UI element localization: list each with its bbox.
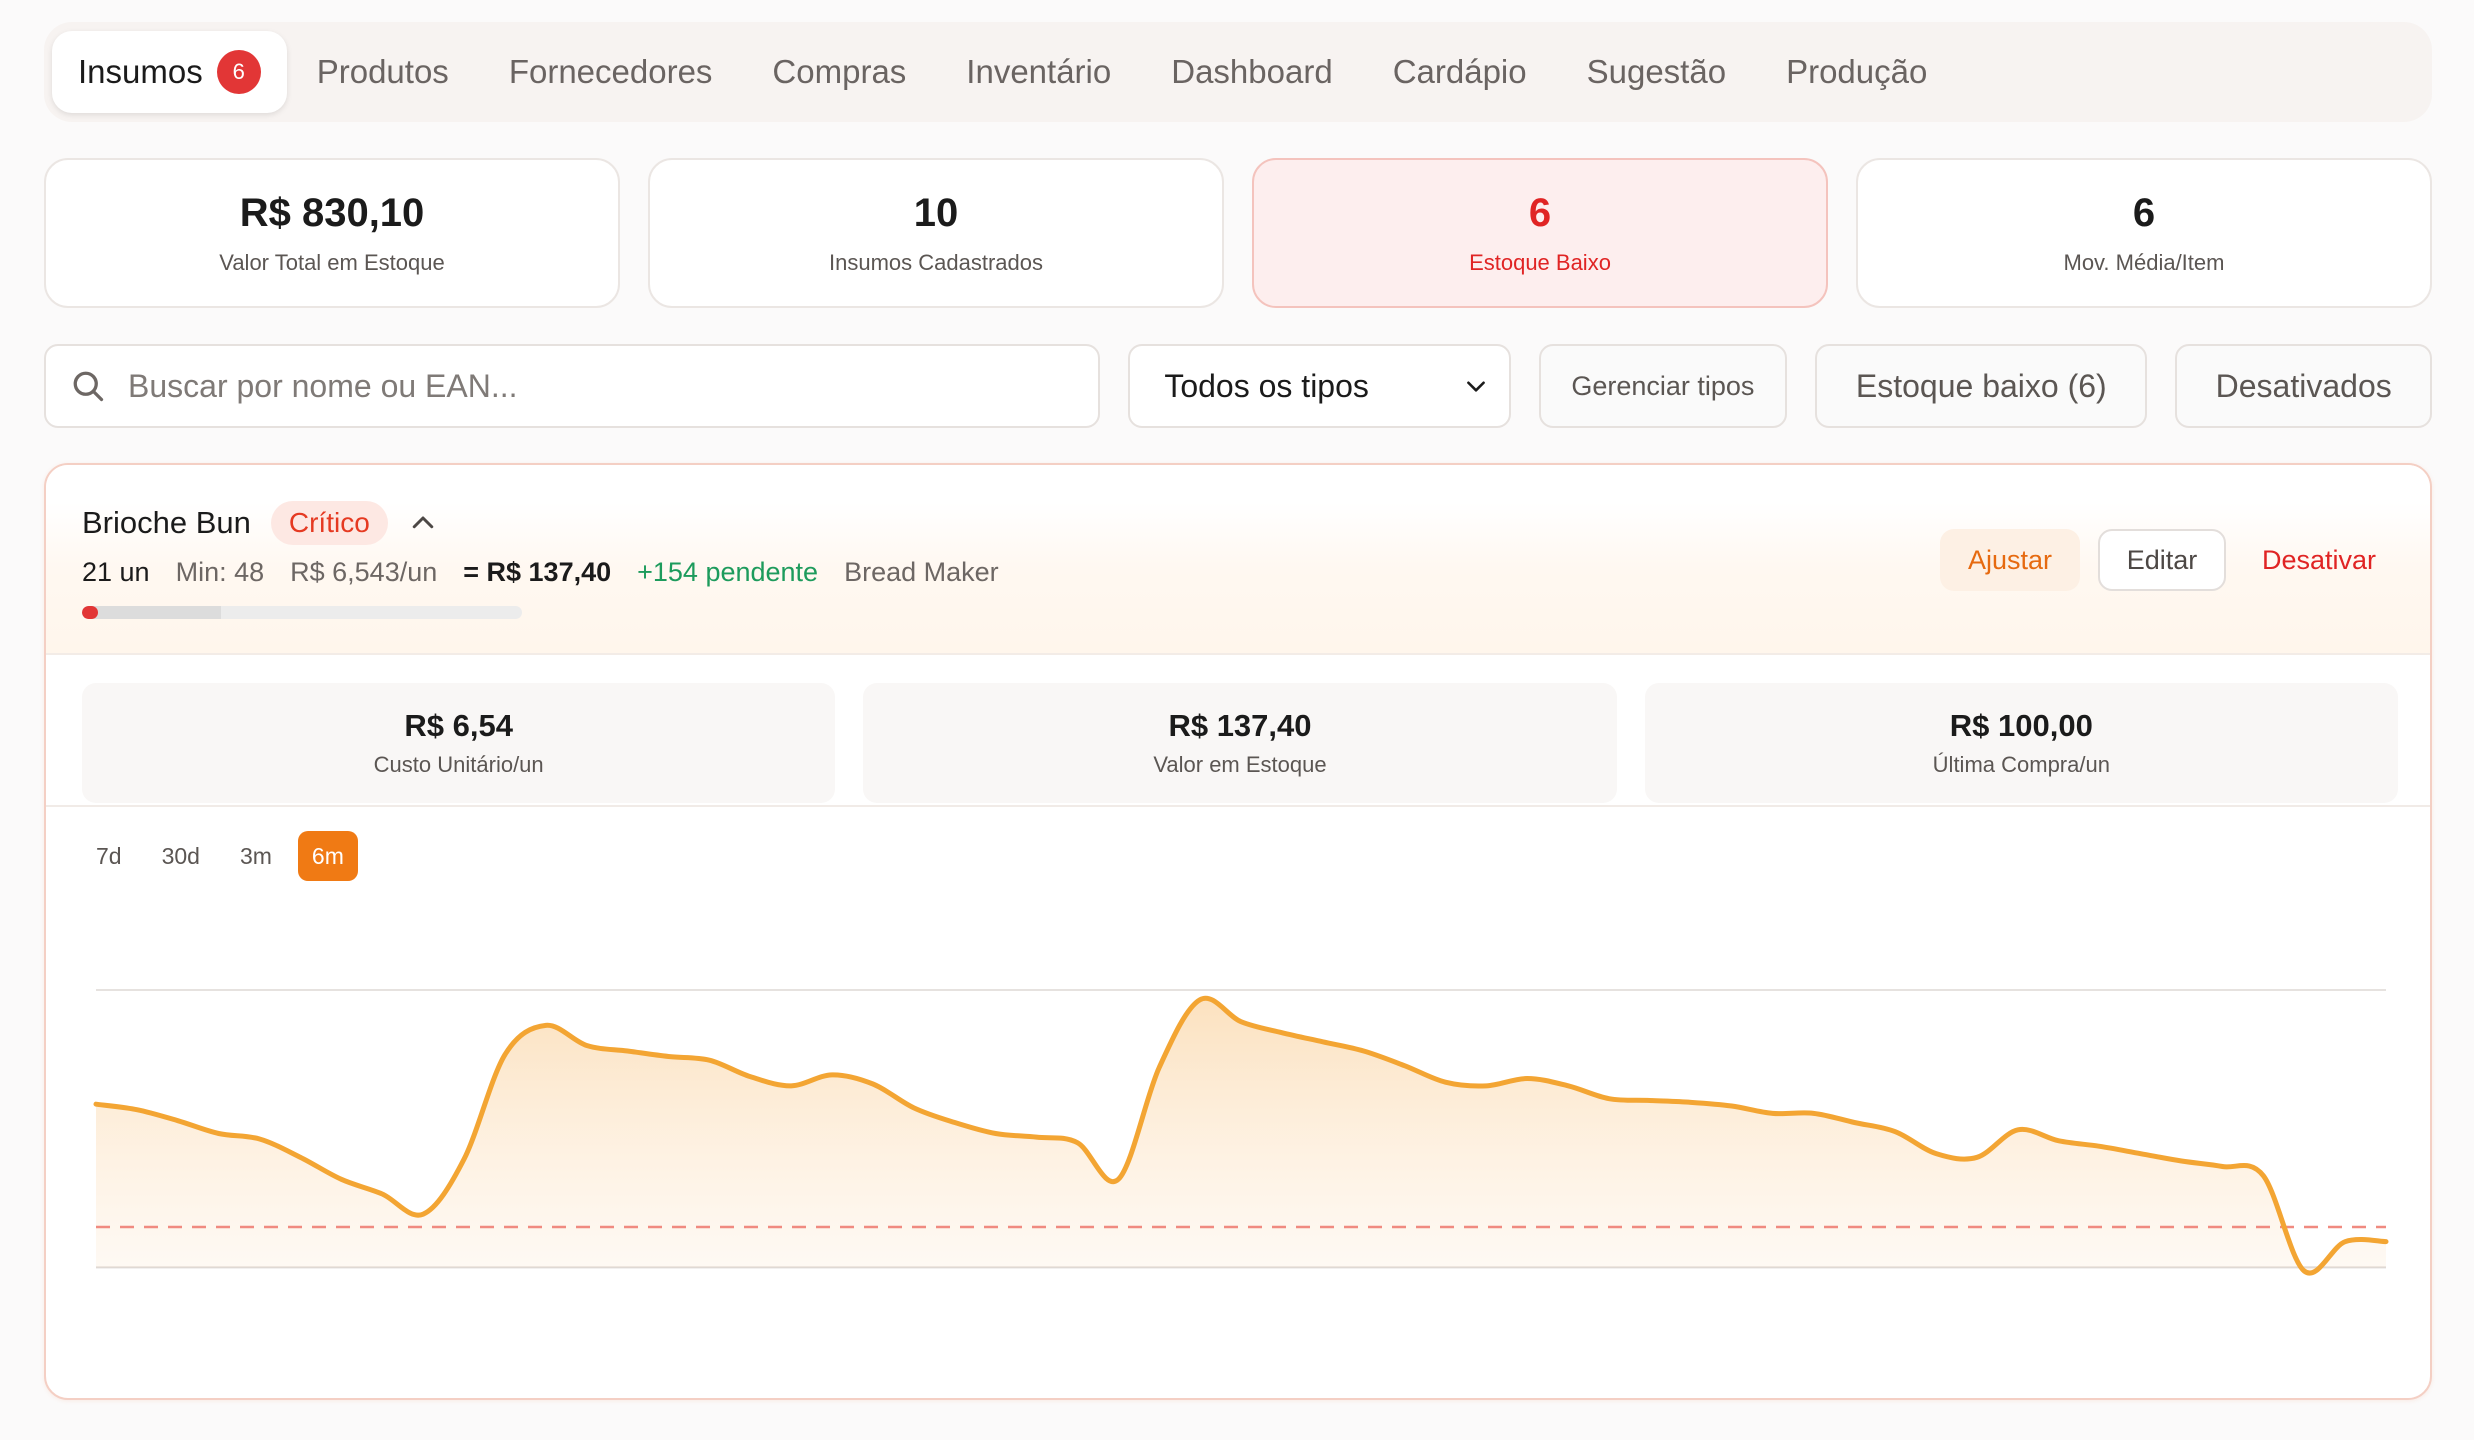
stat-value: 6 (1528, 190, 1552, 235)
tab-dashboard[interactable]: Dashboard (1141, 31, 1362, 113)
tab-produtos[interactable]: Produtos (287, 31, 479, 113)
metric-label: Custo Unitário/un (373, 752, 544, 777)
chevron-down-icon (1466, 381, 1485, 392)
tab-label: Sugestão (1586, 53, 1727, 90)
button-label: Estoque baixo (6) (1855, 367, 2107, 404)
item-metrics: R$ 6,54 Custo Unitário/un R$ 137,40 Valo… (82, 683, 2398, 803)
item-name: Brioche Bun (82, 505, 251, 540)
stat-label: Valor Total em Estoque (219, 249, 445, 275)
item-actions: Ajustar Editar Desativar (1940, 529, 2394, 591)
range-30d-button[interactable]: 30d (148, 831, 214, 881)
tab-label: Insumos (78, 53, 203, 90)
tab-cardapio[interactable]: Cardápio (1363, 31, 1557, 113)
stock-level-fill (82, 606, 221, 619)
summary-stats: R$ 830,10 Valor Total em Estoque 10 Insu… (44, 158, 2432, 308)
stat-value: 10 (913, 190, 959, 235)
type-select-value: Todos os tipos (1164, 367, 1369, 404)
stat-card-total-value: R$ 830,10 Valor Total em Estoque (44, 158, 620, 308)
item-card: Brioche Bun Crítico 21 un Min: 48 R$ 6,5… (44, 463, 2432, 1400)
chevron-up-icon[interactable] (408, 508, 438, 538)
stat-label: Mov. Média/Item (2063, 249, 2225, 275)
tab-label: Inventário (966, 53, 1112, 90)
item-quantity: 21 un (82, 557, 150, 587)
manage-types-button[interactable]: Gerenciar tipos (1538, 344, 1788, 428)
tab-label: Produção (1786, 53, 1928, 90)
item-minimum: Min: 48 (175, 557, 265, 587)
tab-fornecedores[interactable]: Fornecedores (479, 31, 743, 113)
metric-label: Valor em Estoque (1153, 752, 1327, 777)
search-box[interactable] (44, 344, 1101, 428)
stat-value: 6 (2132, 190, 2156, 235)
range-3m-button[interactable]: 3m (226, 831, 286, 881)
main-tabs: Insumos 6 Produtos Fornecedores Compras … (44, 22, 2432, 122)
item-pending: +154 pendente (637, 557, 819, 587)
stock-level-critical-marker (82, 606, 98, 619)
metric-last-purchase: R$ 100,00 Última Compra/un (1644, 683, 2398, 803)
item-unit-cost: R$ 6,543/un (290, 557, 438, 587)
edit-button[interactable]: Editar (2098, 529, 2226, 591)
item-total-value: = R$ 137,40 (463, 557, 612, 587)
tab-label: Cardápio (1392, 53, 1527, 90)
tab-label: Compras (772, 53, 907, 90)
stock-history-chart (93, 988, 2389, 1276)
status-badge: Crítico (270, 501, 388, 545)
tab-producao[interactable]: Produção (1756, 31, 1957, 113)
adjust-button[interactable]: Ajustar (1940, 529, 2080, 591)
item-header[interactable]: Brioche Bun Crítico 21 un Min: 48 R$ 6,5… (46, 465, 2430, 655)
type-select[interactable]: Todos os tipos (1128, 344, 1511, 428)
tab-label: Produtos (316, 53, 449, 90)
range-selector: 7d 30d 3m 6m (82, 831, 358, 881)
tab-insumos[interactable]: Insumos 6 (52, 31, 287, 113)
metric-value: R$ 137,40 (1168, 708, 1312, 743)
tab-compras[interactable]: Compras (742, 31, 936, 113)
stat-label: Estoque Baixo (1469, 249, 1611, 275)
item-supplier: Bread Maker (844, 557, 999, 587)
stat-card-low-stock[interactable]: 6 Estoque Baixo (1252, 158, 1828, 308)
metric-unit-cost: R$ 6,54 Custo Unitário/un (82, 683, 836, 803)
stat-card-registered: 10 Insumos Cadastrados (648, 158, 1224, 308)
low-stock-filter-button[interactable]: Estoque baixo (6) (1815, 344, 2148, 428)
range-7d-button[interactable]: 7d (82, 831, 136, 881)
tab-sugestao[interactable]: Sugestão (1557, 31, 1756, 113)
filter-bar: Todos os tipos Gerenciar tipos Estoque b… (44, 344, 2432, 428)
item-meta: 21 un Min: 48 R$ 6,543/un = R$ 137,40 +1… (82, 557, 1025, 588)
deactivated-filter-button[interactable]: Desativados (2175, 344, 2432, 428)
tab-label: Fornecedores (508, 53, 713, 90)
metric-label: Última Compra/un (1932, 752, 2110, 777)
tab-label: Dashboard (1171, 53, 1333, 90)
metric-stock-value: R$ 137,40 Valor em Estoque (863, 683, 1617, 803)
search-icon (73, 371, 104, 402)
stat-value: R$ 830,10 (239, 190, 425, 235)
button-label: Gerenciar tipos (1571, 370, 1755, 401)
stat-card-avg-movement: 6 Mov. Média/Item (1856, 158, 2432, 308)
metric-value: R$ 6,54 (404, 708, 513, 743)
stock-level-bar (82, 606, 522, 619)
search-input[interactable] (128, 367, 1028, 405)
tab-inventario[interactable]: Inventário (936, 31, 1141, 113)
stat-label: Insumos Cadastrados (829, 249, 1043, 275)
metric-value: R$ 100,00 (1949, 708, 2093, 743)
tab-count-badge: 6 (216, 50, 261, 94)
divider (46, 805, 2430, 807)
range-6m-button[interactable]: 6m (297, 831, 358, 881)
deactivate-button[interactable]: Desativar (2244, 529, 2394, 591)
button-label: Desativados (2215, 367, 2392, 404)
